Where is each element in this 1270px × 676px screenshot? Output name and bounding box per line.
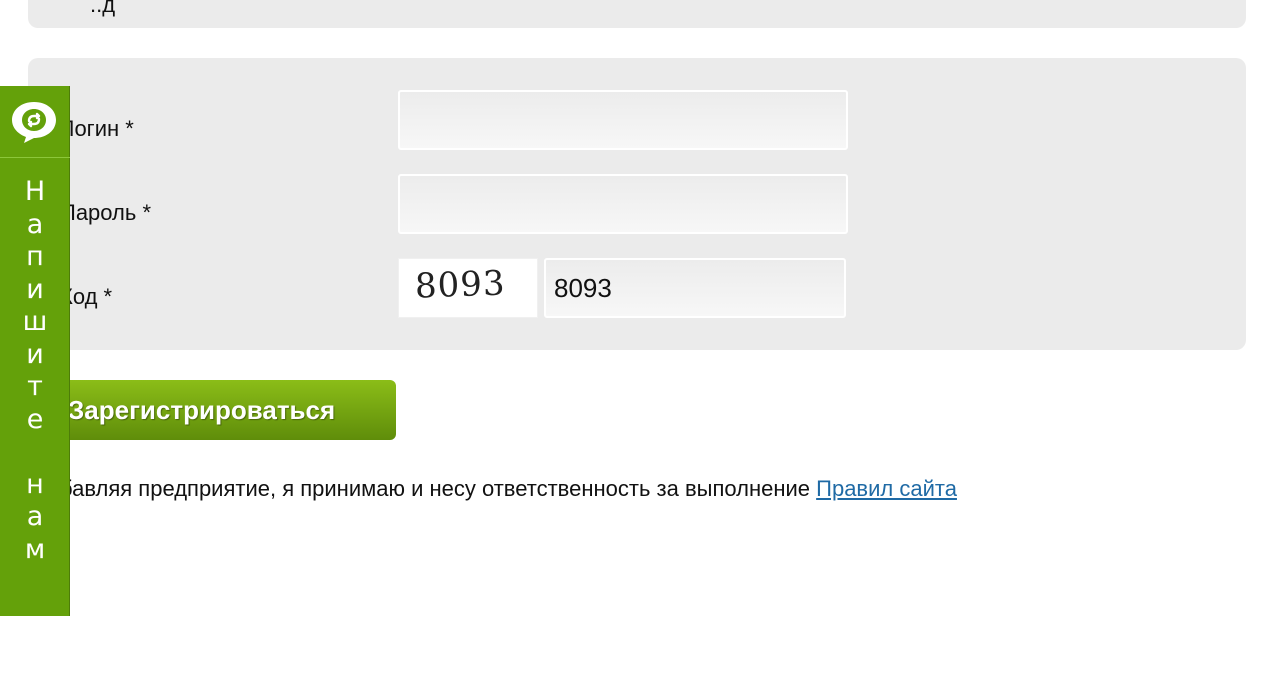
- password-label: Пароль *: [60, 200, 152, 225]
- write-us-widget[interactable]: Н а п и ш и т е н а м: [0, 86, 70, 616]
- site-rules-link[interactable]: Правил сайта: [816, 476, 957, 501]
- register-button[interactable]: Зарегистрироваться: [40, 380, 396, 440]
- captcha-text: 8093: [414, 263, 507, 307]
- widget-icon-box: [0, 86, 70, 158]
- login-input[interactable]: [398, 90, 848, 150]
- widget-vertical-label: Н а п и ш и т е н а м: [22, 176, 48, 565]
- captcha-code-input[interactable]: [544, 258, 846, 318]
- previous-panel-cut-text: ..д: [90, 0, 116, 17]
- captcha-image: 8093: [398, 258, 538, 318]
- chat-bubble-icon: [12, 102, 56, 143]
- password-input[interactable]: [398, 174, 848, 234]
- terms-text: бавляя предприятие, я принимаю и несу от…: [60, 476, 957, 502]
- terms-sentence: бавляя предприятие, я принимаю и несу от…: [60, 476, 811, 501]
- login-label: Логин *: [60, 116, 134, 141]
- registration-form-panel: Логин * Пароль * Код * 8093: [28, 58, 1246, 350]
- previous-form-panel: ..д: [28, 0, 1246, 28]
